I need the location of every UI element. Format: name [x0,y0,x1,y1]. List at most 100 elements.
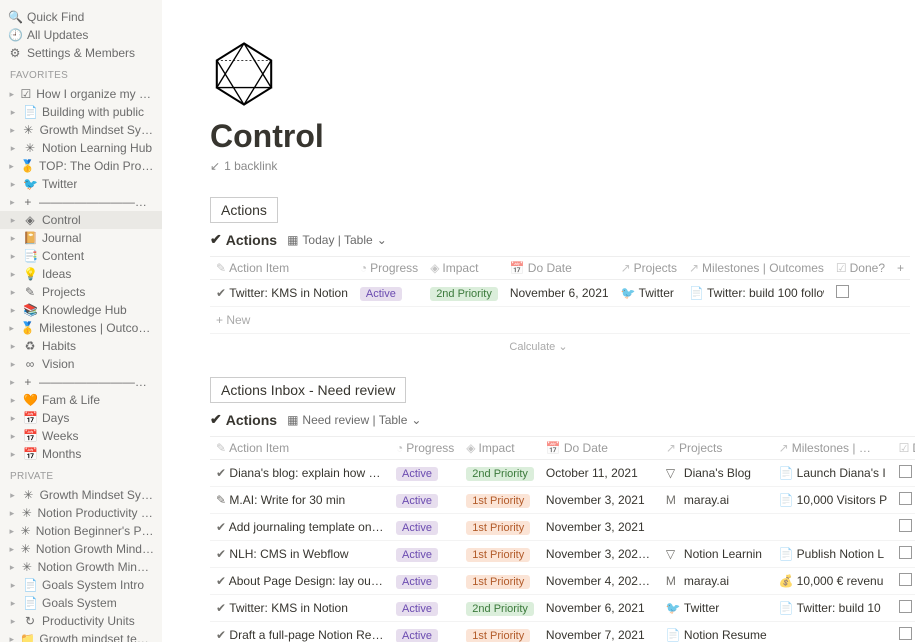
sidebar-item[interactable]: ▸◈Control [0,211,162,229]
col-header[interactable]: ☑Done? [830,257,891,280]
sidebar-item[interactable]: ▸✳Notion Productivity System [0,504,162,522]
project-link[interactable]: Twitter [684,601,719,615]
sidebar-item[interactable]: ▸♻Habits [0,337,162,355]
expand-icon[interactable]: ▸ [8,562,16,573]
expand-icon[interactable]: ▸ [8,125,17,136]
milestone-link[interactable]: Launch Diana's I [797,466,886,480]
table-row[interactable]: ✔ Twitter: KMS in NotionActive2nd Priori… [210,280,910,307]
expand-icon[interactable]: ▸ [8,323,15,334]
sidebar-item[interactable]: ▸📄Goals System [0,594,162,612]
sidebar-item[interactable]: ▸🥇Milestones | Outcomes | Me… [0,319,162,337]
expand-icon[interactable]: ▸ [8,215,18,226]
sidebar-item[interactable]: ▸📄Goals System Intro [0,576,162,594]
col-header[interactable]: ◈Impact [424,257,504,280]
col-header[interactable]: 📅Do Date [540,437,660,460]
col-header[interactable]: ☑Done? [893,437,915,460]
table-row[interactable]: ✔ About Page Design: lay out the structu… [210,568,915,595]
expand-icon[interactable]: ▸ [8,634,15,642]
col-header[interactable]: ↗Projects [660,437,773,460]
sidebar-item[interactable]: ▸+——————————— [0,373,162,391]
sidebar-item[interactable]: ▸🥇TOP: The Odin Project Course [0,157,162,175]
add-column[interactable]: + [891,257,910,280]
milestone-link[interactable]: Twitter: build 10 [797,601,881,615]
expand-icon[interactable]: ▸ [8,305,18,316]
expand-icon[interactable]: ▸ [8,269,18,280]
sidebar-item[interactable]: 🕘All Updates [0,26,162,44]
sidebar-item[interactable]: ▸📄Building with public [0,103,162,121]
table-row[interactable]: ✔ Add journaling template on Gumroad.Act… [210,514,915,541]
table-row[interactable]: ✔ Twitter: KMS in NotionActive2nd Priori… [210,595,915,622]
sidebar-item[interactable]: ▸✳Growth Mindset System [0,486,162,504]
table-row[interactable]: ✔ Draft a full-page Notion ResumeActive1… [210,622,915,642]
sidebar-item[interactable]: ▸+——————————— [0,193,162,211]
done-checkbox[interactable] [899,627,912,640]
milestone-link[interactable]: 10,000 Visitors P [797,493,887,507]
col-header[interactable]: ✎Action Item [210,257,354,280]
expand-icon[interactable]: ▸ [8,526,15,537]
sidebar-item[interactable]: ▸🐦Twitter [0,175,162,193]
expand-icon[interactable]: ▸ [8,251,18,262]
page-icon[interactable] [210,40,867,108]
milestone-link[interactable]: Publish Notion L [797,547,884,561]
expand-icon[interactable]: ▸ [8,616,18,627]
expand-icon[interactable]: ▸ [8,233,18,244]
table-row[interactable]: ✎ M.AI: Write for 30 minActive1st Priori… [210,487,915,514]
expand-icon[interactable]: ▸ [8,431,18,442]
col-header[interactable]: ◔Progress [354,257,424,280]
sidebar-item[interactable]: ▸📑Content [0,247,162,265]
sidebar-item[interactable]: ▸💡Ideas [0,265,162,283]
expand-icon[interactable]: ▸ [8,179,18,190]
expand-icon[interactable]: ▸ [8,413,18,424]
sidebar-item[interactable]: ▸✎Projects [0,283,162,301]
sidebar-item[interactable]: ▸📅Days [0,409,162,427]
done-checkbox[interactable] [899,546,912,559]
sidebar-item[interactable]: ▸📁Growth mindset templates … [0,630,162,642]
project-link[interactable]: Twitter [639,286,674,300]
sidebar-item[interactable]: ⚙Settings & Members [0,44,162,62]
table-row[interactable]: ✔ NLH: CMS in WebflowActive1st PriorityN… [210,541,915,568]
sidebar-item[interactable]: ▸✳Notion Beginner's Productiv… [0,522,162,540]
sidebar-item[interactable]: ▸✳Growth Mindset System [0,121,162,139]
milestone-link[interactable]: Twitter: build 100 followers [707,286,824,300]
sidebar-item[interactable]: ▸📚Knowledge Hub [0,301,162,319]
expand-icon[interactable]: ▸ [8,490,17,501]
backlink[interactable]: ↙ 1 backlink [210,159,867,173]
project-link[interactable]: maray.ai [684,493,729,507]
expand-icon[interactable]: ▸ [8,287,18,298]
sidebar-item[interactable]: 🔍Quick Find [0,8,162,26]
col-header[interactable]: ↗Projects [615,257,683,280]
expand-icon[interactable]: ▸ [8,580,18,591]
expand-icon[interactable]: ▸ [8,359,18,370]
project-link[interactable]: Notion Resume [684,628,767,642]
expand-icon[interactable]: ▸ [8,143,18,154]
sidebar-item[interactable]: ▸📅Months [0,445,162,463]
sidebar-item[interactable]: ▸☑How I organize my producti… [0,85,162,103]
new-row[interactable]: + New [210,307,910,334]
col-header[interactable]: 📅Do Date [504,257,615,280]
col-header[interactable]: ↗Milestones | Outcomes [683,257,830,280]
view-tab-needreview[interactable]: ▦ Need review | Table ⌄ [287,413,421,427]
sidebar-item[interactable]: ▸🧡Fam & Life [0,391,162,409]
view-tab-today[interactable]: ▦ Today | Table ⌄ [287,233,387,247]
expand-icon[interactable]: ▸ [8,197,17,208]
done-checkbox[interactable] [836,285,849,298]
done-checkbox[interactable] [899,465,912,478]
expand-icon[interactable]: ▸ [8,508,16,519]
done-checkbox[interactable] [899,600,912,613]
expand-icon[interactable]: ▸ [8,395,18,406]
col-header[interactable]: ◈Impact [460,437,540,460]
sidebar-item[interactable]: ▸📅Weeks [0,427,162,445]
col-header[interactable]: ◔Progress [390,437,460,460]
table-row[interactable]: ✔ Diana's blog: explain how CMS worksAct… [210,460,915,487]
col-header[interactable]: ↗Milestones | … [773,437,893,460]
milestone-link[interactable]: 10,000 € revenu [797,574,884,588]
done-checkbox[interactable] [899,519,912,532]
expand-icon[interactable]: ▸ [8,341,18,352]
expand-icon[interactable]: ▸ [8,377,17,388]
sidebar-item[interactable]: ▸✳Notion Growth Mindset OS [0,558,162,576]
project-link[interactable]: Diana's Blog [684,466,751,480]
project-link[interactable]: Notion Learnin [684,547,762,561]
done-checkbox[interactable] [899,573,912,586]
db-title-actions[interactable]: ✔ Actions [210,231,277,248]
expand-icon[interactable]: ▸ [8,89,15,100]
